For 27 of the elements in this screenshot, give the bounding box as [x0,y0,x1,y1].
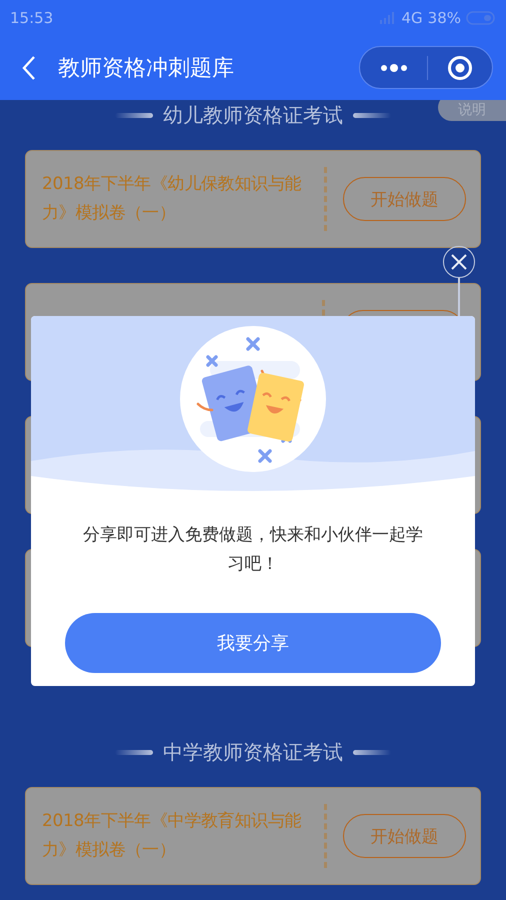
start-button[interactable]: 开始做题 [342,177,466,221]
share-button[interactable]: 我要分享 [65,613,441,673]
share-message: 分享即可进入免费做题，快来和小伙伴一起学习吧！ [82,524,424,576]
dashed-divider [324,167,327,231]
title-dash [353,750,391,754]
title-dash [115,112,153,118]
network-label: 4G [401,8,423,26]
start-button[interactable]: 开始做题 [342,814,466,858]
signal-icon [380,12,396,24]
close-icon[interactable] [449,252,469,272]
section-title: 中学教师资格证考试 [163,738,343,766]
more-icon[interactable] [379,62,410,72]
capsule-menu[interactable] [359,46,493,89]
close-target-icon[interactable] [446,54,473,80]
dashed-divider [324,804,327,868]
exam-title: 2018年下半年《幼儿保教知识与能力》模拟卷（一） [42,173,302,225]
exam-title: 2018年下半年《中学教育知识与能力》模拟卷（一） [42,810,302,862]
back-icon[interactable] [22,54,36,80]
section-title: 幼儿教师资格证考试 [163,102,343,128]
title-dash [115,750,153,754]
battery-icon [466,10,496,24]
status-time: 15:53 [10,8,54,26]
title-dash [353,112,391,118]
leader-line [458,278,460,316]
page-title: 教师资格冲刺题库 [58,54,235,82]
battery-percent: 38% [428,8,461,26]
close-button[interactable] [443,246,475,278]
